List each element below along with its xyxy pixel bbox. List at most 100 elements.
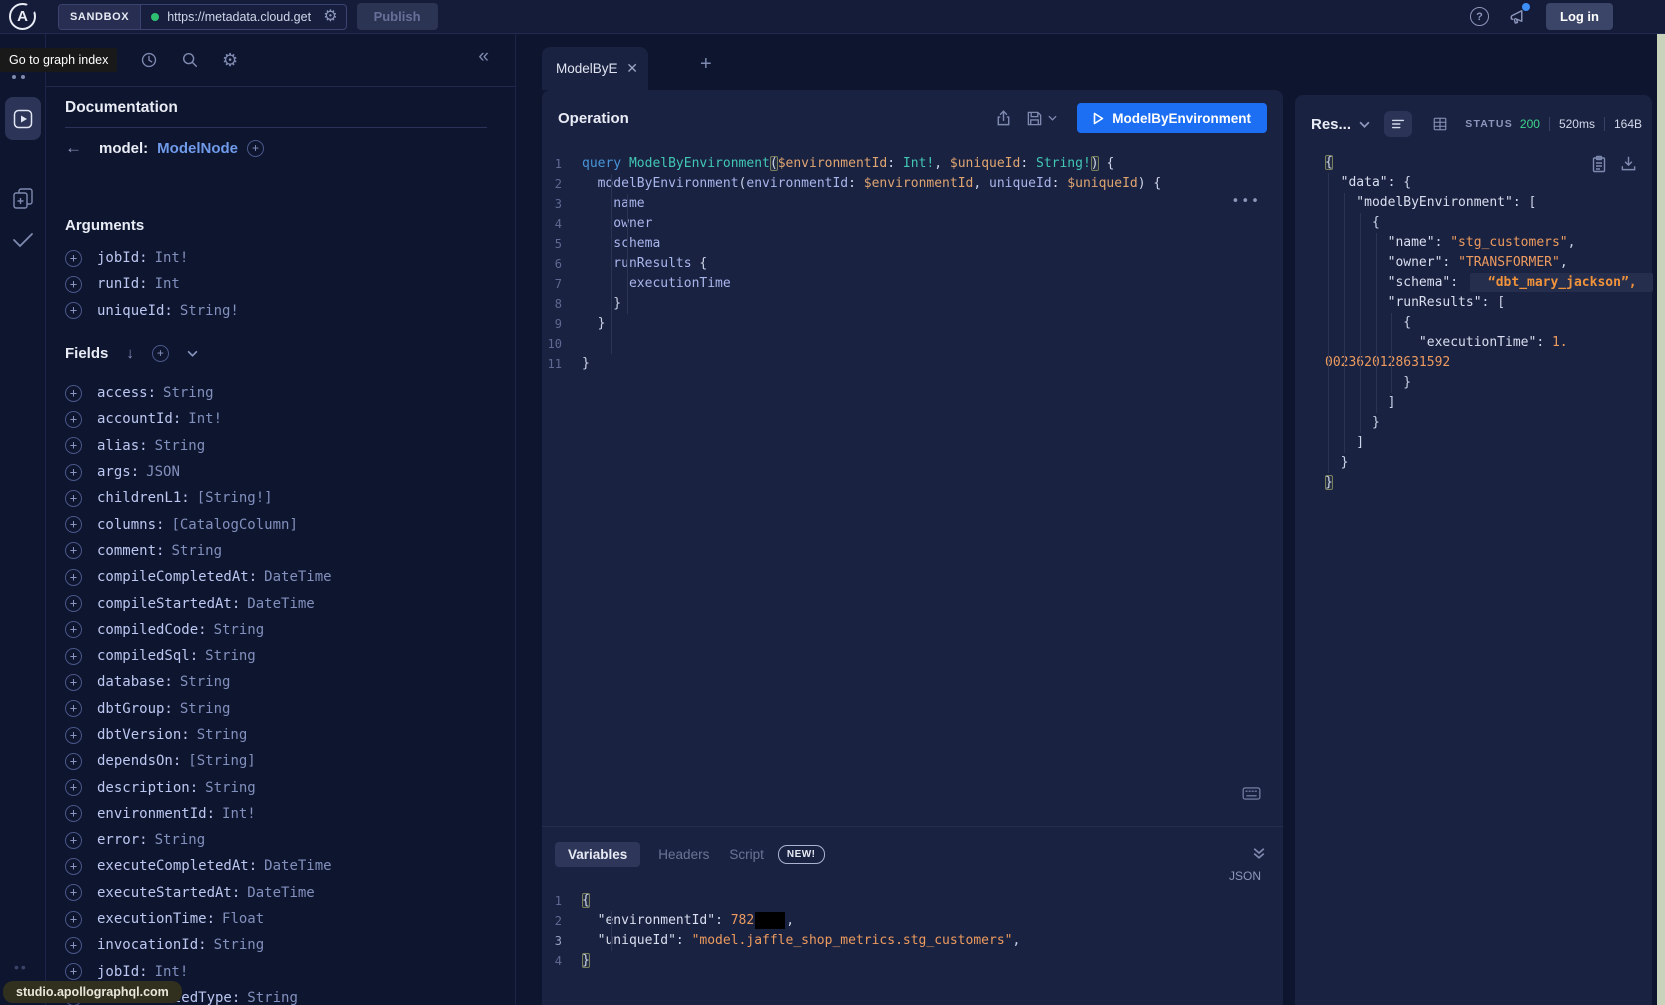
collapse-pane-icon[interactable]: « [478, 46, 489, 68]
code-line: name [582, 194, 1283, 214]
back-arrow-icon[interactable]: ← [65, 138, 82, 158]
fields-chevron-icon[interactable] [187, 350, 198, 357]
response-header: Res... STATUS 200 520ms 164B [1295, 95, 1652, 141]
download-response-icon[interactable] [1620, 155, 1637, 173]
tab-modelbyenvironment[interactable]: ModelByEnvi... ✕ [542, 47, 648, 90]
add-to-query-button[interactable]: + [65, 727, 82, 744]
model-type-link[interactable]: ModelNode [157, 140, 238, 157]
indent-guide [611, 911, 612, 951]
save-dropdown-chevron-icon[interactable] [1048, 115, 1057, 121]
field-row: +invocationId:String [65, 932, 505, 958]
code-line [582, 334, 1283, 354]
login-button[interactable]: Log in [1546, 3, 1613, 30]
add-to-query-button[interactable]: + [65, 542, 82, 559]
code-line: "uniqueId": "model.jaffle_shop_metrics.s… [582, 931, 1283, 951]
docs-content: Documentation ← model: ModelNode + Argum… [46, 87, 515, 1005]
field-row: +alias:String [65, 433, 505, 459]
indent-guide [1360, 213, 1361, 433]
share-icon[interactable] [995, 109, 1012, 127]
explorer-nav-icon[interactable] [5, 97, 41, 140]
table-view-icon[interactable] [1426, 111, 1454, 137]
announcements-megaphone-icon[interactable] [1508, 7, 1527, 26]
code-line: "data": { [1325, 173, 1648, 193]
add-to-query-button[interactable]: + [65, 385, 82, 402]
collapse-variables-icon[interactable] [1253, 847, 1265, 859]
new-tab-button[interactable]: + [700, 54, 712, 74]
operation-editor[interactable]: 1234567891011 query ModelByEnvironment($… [542, 146, 1283, 826]
code-line: } [1325, 473, 1648, 493]
history-icon[interactable] [140, 51, 158, 69]
save-icon[interactable] [1026, 110, 1043, 127]
tab-headers[interactable]: Headers [656, 842, 711, 867]
code-line: ] [1325, 433, 1648, 453]
code-line: "schema": “dbt_mary_jackson”, [1325, 273, 1648, 293]
code-line: } [582, 354, 1283, 374]
indent-guide [1391, 313, 1392, 393]
add-to-query-button[interactable]: + [65, 464, 82, 481]
schema-diff-icon[interactable] [11, 186, 35, 212]
code-line: "modelByEnvironment": [ [1325, 193, 1648, 213]
add-to-query-button[interactable]: + [65, 302, 82, 319]
copy-response-icon[interactable] [1591, 155, 1607, 173]
add-to-query-button[interactable]: + [65, 490, 82, 507]
checklist-icon[interactable] [11, 231, 35, 249]
add-to-query-button[interactable]: + [65, 276, 82, 293]
add-to-query-button[interactable]: + [65, 832, 82, 849]
docs-title: Documentation [65, 99, 178, 117]
add-model-button[interactable]: + [247, 140, 264, 157]
add-to-query-button[interactable]: + [65, 937, 82, 954]
add-to-query-button[interactable]: + [65, 595, 82, 612]
add-to-query-button[interactable]: + [65, 963, 82, 980]
rail-more-icon[interactable]: •• [14, 959, 28, 975]
add-to-query-button[interactable]: + [65, 753, 82, 770]
topbar-right: ? Log in [1470, 3, 1665, 30]
publish-button[interactable]: Publish [357, 3, 438, 30]
code-line: query ModelByEnvironment($environmentId:… [582, 154, 1283, 174]
add-to-query-button[interactable]: + [65, 700, 82, 717]
variables-language-label: JSON [1229, 869, 1261, 883]
status-code: 200 [1520, 117, 1540, 131]
run-operation-button[interactable]: ModelByEnvironment [1077, 103, 1267, 133]
variables-editor[interactable]: 1234 { "environmentId": 782, "uniqueId":… [542, 887, 1283, 1005]
add-to-query-button[interactable]: + [65, 516, 82, 533]
add-to-query-button[interactable]: + [65, 621, 82, 638]
field-row: +description:String [65, 774, 505, 800]
tab-variables[interactable]: Variables [555, 842, 640, 867]
add-to-query-button[interactable]: + [65, 250, 82, 267]
sandbox-badge[interactable]: SANDBOX [59, 5, 141, 29]
sort-fields-icon[interactable]: ↓ [126, 345, 134, 362]
close-tab-icon[interactable]: ✕ [626, 60, 638, 77]
code-line: "owner": "TRANSFORMER", [1325, 253, 1648, 273]
apollo-logo-icon[interactable]: A [9, 3, 36, 30]
add-to-query-button[interactable]: + [65, 779, 82, 796]
add-to-query-button[interactable]: + [65, 411, 82, 428]
keyboard-shortcuts-icon[interactable] [1242, 787, 1261, 800]
add-to-query-button[interactable]: + [65, 648, 82, 665]
endpoint-settings-gear-icon[interactable]: ⚙ [319, 9, 345, 25]
code-line: { [582, 891, 1283, 911]
add-to-query-button[interactable]: + [65, 805, 82, 822]
editor-more-options-icon[interactable]: ••• [1232, 194, 1261, 209]
arguments-title: Arguments [65, 217, 144, 234]
search-icon[interactable] [181, 51, 199, 69]
add-to-query-button[interactable]: + [65, 437, 82, 454]
response-pane: Res... STATUS 200 520ms 164B { "data": {… [1295, 95, 1652, 1005]
add-to-query-button[interactable]: + [65, 911, 82, 928]
graph-index-icon[interactable] [12, 75, 25, 79]
help-icon[interactable]: ? [1470, 7, 1489, 26]
tab-script[interactable]: Script [727, 842, 766, 867]
response-body: { "data": { "modelByEnvironment": [ { "n… [1295, 141, 1652, 1005]
add-all-fields-button[interactable]: + [152, 345, 169, 362]
tab-strip: ModelByEnvi... ✕ + [542, 40, 1283, 90]
field-row: +dbtVersion:String [65, 722, 505, 748]
add-to-query-button[interactable]: + [65, 884, 82, 901]
settings-gear-icon[interactable]: ⚙ [222, 50, 238, 71]
response-duration: 520ms [1559, 117, 1595, 131]
add-to-query-button[interactable]: + [65, 674, 82, 691]
code-line: { [1325, 213, 1648, 233]
response-dropdown-chevron-icon[interactable] [1359, 121, 1370, 128]
add-to-query-button[interactable]: + [65, 569, 82, 586]
add-to-query-button[interactable]: + [65, 858, 82, 875]
raw-view-icon[interactable] [1384, 111, 1412, 137]
endpoint-url-input[interactable]: https://metadata.cloud.get [167, 10, 319, 24]
